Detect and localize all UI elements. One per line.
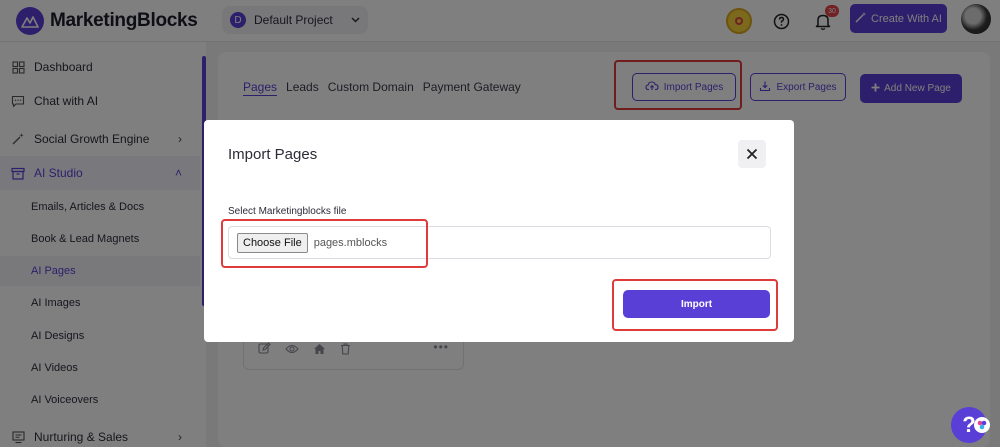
assistant-badge-icon — [974, 417, 990, 433]
close-icon[interactable] — [738, 140, 766, 168]
file-input[interactable]: Choose File pages.mblocks — [228, 226, 771, 259]
import-button[interactable]: Import — [623, 290, 770, 318]
import-pages-modal: Import Pages Select Marketingblocks file… — [204, 120, 794, 342]
choose-file-button[interactable]: Choose File — [237, 232, 308, 253]
modal-title: Import Pages — [228, 146, 318, 163]
selected-file-name: pages.mblocks — [313, 236, 388, 249]
file-field-label: Select Marketingblocks file — [228, 206, 347, 217]
